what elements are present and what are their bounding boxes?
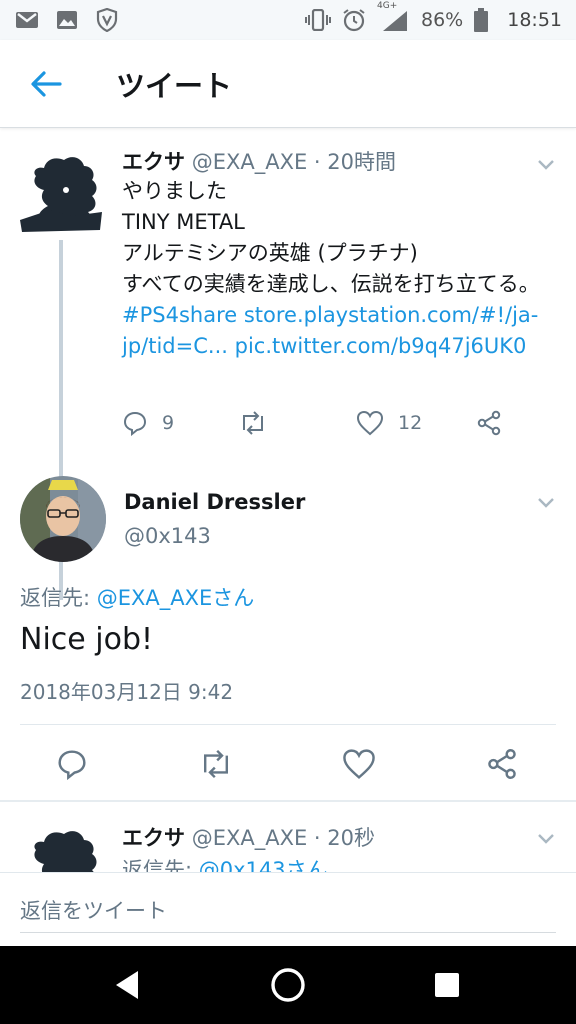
author-handle[interactable]: @EXA_AXE bbox=[192, 150, 308, 174]
reply-button[interactable] bbox=[56, 748, 88, 780]
retweet-icon bbox=[204, 749, 228, 779]
tweet-text: やりました TINY METAL アルテミシアの英雄 (プラチナ) すべての実績… bbox=[122, 176, 562, 362]
retweet-icon bbox=[243, 411, 263, 435]
nav-back-button[interactable] bbox=[102, 960, 152, 1010]
author-handle[interactable]: @EXA_AXE bbox=[192, 826, 308, 850]
tweet-line: やりました bbox=[122, 179, 227, 203]
page-title: ツイート bbox=[116, 68, 233, 103]
status-bar: 4G+ 86% 18:51 bbox=[0, 0, 576, 40]
reply-button[interactable]: 9 bbox=[122, 410, 174, 436]
reply-context: 返信先: @EXA_AXEさん bbox=[20, 582, 254, 612]
reply-icon bbox=[58, 750, 86, 780]
avatar[interactable] bbox=[18, 824, 104, 872]
tweet-text: Nice job! bbox=[20, 622, 154, 657]
divider bbox=[20, 724, 556, 725]
tweet-menu-button[interactable] bbox=[534, 826, 558, 850]
square-recents-icon bbox=[435, 973, 459, 997]
nav-recents-button[interactable] bbox=[422, 960, 472, 1010]
reply-prefix: 返信先: bbox=[122, 858, 193, 872]
chevron-down-icon bbox=[538, 498, 554, 508]
chevron-down-icon bbox=[538, 834, 554, 844]
share-icon bbox=[488, 748, 516, 780]
reply-to-link[interactable]: @0x143さん bbox=[199, 858, 328, 872]
retweet-button[interactable] bbox=[238, 410, 268, 436]
tweet-time: · 20秒 bbox=[313, 826, 375, 850]
alarm-icon bbox=[341, 9, 367, 32]
avatar[interactable] bbox=[20, 476, 106, 562]
like-count: 12 bbox=[398, 412, 423, 434]
reply-context: 返信先: @0x143さん bbox=[122, 854, 328, 872]
share-button[interactable] bbox=[476, 410, 502, 436]
tweet-line: すべての実績を達成し、伝説を打ち立てる。 bbox=[122, 272, 540, 296]
arrow-left-icon bbox=[31, 70, 62, 97]
avatar[interactable] bbox=[18, 150, 104, 236]
tweet-actions: 9 12 bbox=[122, 410, 522, 444]
share-button[interactable] bbox=[486, 748, 518, 780]
tweet-menu-button[interactable] bbox=[534, 490, 558, 514]
tweet-menu-button[interactable] bbox=[534, 152, 558, 176]
circle-home-icon bbox=[271, 968, 305, 1002]
reply-to-link[interactable]: @EXA_AXEさん bbox=[97, 586, 255, 610]
reply-count: 9 bbox=[162, 412, 175, 434]
tweet-line: TINY METAL bbox=[122, 210, 245, 234]
back-button[interactable] bbox=[14, 52, 78, 116]
divider bbox=[0, 800, 576, 802]
vibrate-icon bbox=[305, 9, 331, 31]
hashtag-link[interactable]: #PS4share bbox=[122, 303, 237, 327]
battery-icon bbox=[473, 8, 489, 32]
triangle-back-icon bbox=[116, 971, 138, 999]
signal-icon: 4G+ bbox=[377, 1, 411, 31]
parent-tweet[interactable]: エクサ @EXA_AXE · 20時間 やりました TINY METAL アルテ… bbox=[0, 130, 576, 600]
author-name[interactable]: エクサ bbox=[122, 150, 185, 174]
chevron-down-icon bbox=[538, 160, 554, 170]
pic-link[interactable]: pic.twitter.com/b9q47j6UK0 bbox=[235, 334, 527, 358]
heart-icon bbox=[356, 410, 384, 436]
gmail-icon bbox=[14, 9, 40, 31]
network-type: 4G+ bbox=[377, 1, 398, 11]
reply-composer bbox=[0, 872, 576, 946]
tweet-header: エクサ @EXA_AXE · 20時間 bbox=[122, 146, 396, 176]
retweet-button[interactable] bbox=[198, 748, 234, 780]
tweet-time: · 20時間 bbox=[313, 150, 396, 174]
nav-home-button[interactable] bbox=[263, 960, 313, 1010]
system-nav-bar bbox=[0, 946, 576, 1024]
reply-icon bbox=[123, 411, 147, 436]
tweet-date: 2018年03月12日 9:42 bbox=[20, 680, 234, 704]
reply-tweet[interactable]: エクサ @EXA_AXE · 20秒 返信先: @0x143さん bbox=[0, 804, 576, 872]
author-name[interactable]: Daniel Dressler bbox=[124, 490, 305, 514]
tweet-line: アルテミシアの英雄 (プラチナ) bbox=[122, 241, 418, 265]
reply-input[interactable] bbox=[20, 889, 556, 933]
reply-prefix: 返信先: bbox=[20, 586, 91, 610]
share-icon bbox=[477, 410, 501, 436]
heart-icon bbox=[343, 749, 375, 779]
gallery-icon bbox=[54, 9, 80, 31]
tweet-actions bbox=[0, 748, 576, 782]
focused-tweet: Daniel Dressler @0x143 返信先: @EXA_AXEさん N… bbox=[0, 470, 576, 802]
battery-percent: 86% bbox=[421, 9, 464, 31]
author-handle[interactable]: @0x143 bbox=[124, 524, 211, 548]
author-name[interactable]: エクサ bbox=[122, 826, 185, 850]
like-button[interactable] bbox=[342, 748, 376, 780]
like-button[interactable]: 12 bbox=[356, 410, 422, 436]
tweet-header: エクサ @EXA_AXE · 20秒 bbox=[122, 822, 375, 852]
clock: 18:51 bbox=[507, 9, 562, 31]
app-header: ツイート bbox=[0, 40, 576, 128]
shield-icon bbox=[94, 8, 120, 32]
